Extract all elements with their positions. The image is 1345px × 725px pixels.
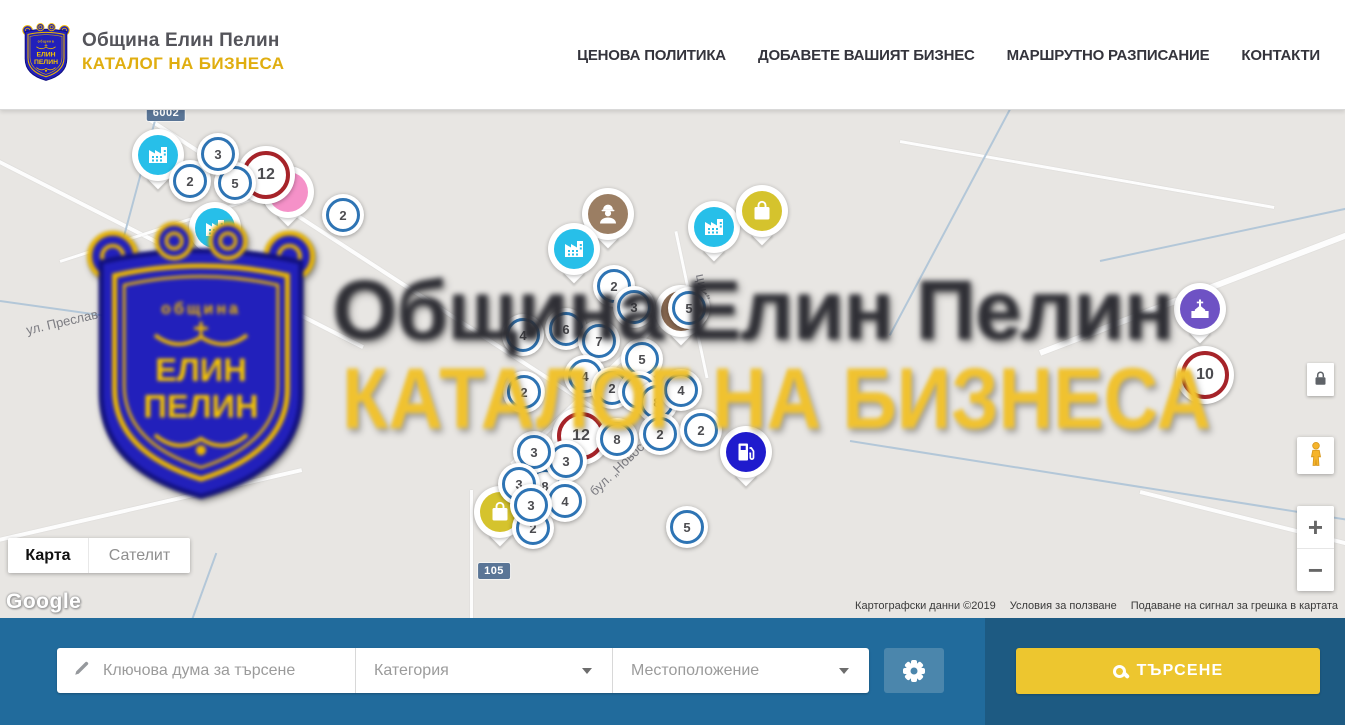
category-select-label: Категория xyxy=(374,662,449,680)
cluster-marker[interactable]: 2 xyxy=(503,371,545,413)
factory-icon xyxy=(195,208,235,248)
street-view-pegman-button[interactable] xyxy=(1297,437,1334,474)
keyword-search-input[interactable] xyxy=(103,662,355,680)
pencil-icon xyxy=(73,659,91,682)
map-attribution: Картографски данни ©2019 Условия за полз… xyxy=(855,600,1338,612)
brand-subtitle: КАТАЛОГ НА БИЗНЕСА xyxy=(82,54,284,74)
factory-icon xyxy=(694,207,734,247)
pegman-icon xyxy=(1305,441,1327,470)
nav-item-pricing[interactable]: ЦЕНОВА ПОЛИТИКА xyxy=(577,47,726,64)
street-label: ул. Преслав xyxy=(25,306,100,337)
report-map-error-link[interactable]: Подаване на сигнал за грешка в картата xyxy=(1131,600,1338,612)
cluster-marker[interactable]: 2 xyxy=(322,194,364,236)
google-logo[interactable]: Google xyxy=(6,590,81,614)
factory-marker[interactable] xyxy=(548,223,600,275)
zoom-in-button[interactable]: + xyxy=(1297,506,1334,549)
search-field-group: Категория Местоположение xyxy=(57,648,869,693)
zoom-out-button[interactable]: − xyxy=(1297,549,1334,591)
factory-marker[interactable] xyxy=(189,202,241,254)
road-badge: 6002 xyxy=(147,110,185,121)
search-bar: Категория Местоположение ТЪРСЕНЕ xyxy=(0,618,1345,725)
advanced-search-button[interactable] xyxy=(884,648,944,693)
map-type-control: Карта Сателит xyxy=(8,538,190,573)
cluster-marker[interactable]: 2 xyxy=(639,413,681,455)
chevron-down-icon xyxy=(839,668,849,674)
fuel-icon xyxy=(726,432,766,472)
lock-icon xyxy=(1313,370,1328,390)
main-nav: ЦЕНОВА ПОЛИТИКА ДОБАВЕТЕ ВАШИЯТ БИЗНЕС М… xyxy=(577,0,1320,110)
chevron-down-icon xyxy=(582,668,592,674)
nav-item-add-business[interactable]: ДОБАВЕТЕ ВАШИЯТ БИЗНЕС xyxy=(758,47,975,64)
cluster-marker[interactable]: 4 xyxy=(660,369,702,411)
search-button[interactable]: ТЪРСЕНЕ xyxy=(1016,648,1320,694)
search-icon xyxy=(1113,665,1126,678)
cluster-marker[interactable]: 8 xyxy=(596,418,638,460)
page: 6002105ул. Преславбул. „Новоселции"12253… xyxy=(0,0,1345,725)
map-markers: 6002105ул. Преславбул. „Новоселции"12253… xyxy=(0,110,1345,618)
terms-of-use-link[interactable]: Условия за ползване xyxy=(1010,600,1117,612)
bag-icon xyxy=(742,191,782,231)
factory-icon xyxy=(554,229,594,269)
zoom-control: + − xyxy=(1297,506,1334,591)
cluster-marker[interactable]: 2 xyxy=(680,409,722,451)
cluster-marker[interactable]: 5 xyxy=(668,287,710,329)
header: Община Елин Пелин КАТАЛОГ НА БИЗНЕСА ЦЕН… xyxy=(0,0,1345,110)
church-marker[interactable] xyxy=(1174,283,1226,335)
lock-button[interactable] xyxy=(1307,363,1334,396)
cluster-marker[interactable]: 3 xyxy=(613,286,655,328)
brand-emblem-icon xyxy=(22,22,70,82)
keyword-field-wrap xyxy=(57,648,355,693)
map-canvas[interactable]: 6002105ул. Преславбул. „Новоселции"12253… xyxy=(0,110,1345,618)
cluster-marker[interactable]: 4 xyxy=(502,314,544,356)
nav-item-contacts[interactable]: КОНТАКТИ xyxy=(1241,47,1320,64)
cluster-marker[interactable]: 5 xyxy=(666,506,708,548)
brand-text: Община Елин Пелин КАТАЛОГ НА БИЗНЕСА xyxy=(82,30,284,74)
search-button-label: ТЪРСЕНЕ xyxy=(1137,662,1224,680)
location-select[interactable]: Местоположение xyxy=(612,648,869,693)
factory-marker[interactable] xyxy=(688,201,740,253)
road-badge: 105 xyxy=(478,563,510,579)
church-icon xyxy=(1180,289,1220,329)
brand[interactable]: Община Елин Пелин КАТАЛОГ НА БИЗНЕСА xyxy=(22,22,284,82)
brand-title: Община Елин Пелин xyxy=(82,30,284,52)
satellite-view-button[interactable]: Сателит xyxy=(88,538,190,573)
cluster-marker[interactable]: 3 xyxy=(510,484,552,526)
location-select-label: Местоположение xyxy=(631,662,759,680)
cluster-marker[interactable]: 3 xyxy=(197,133,239,175)
fuel-station-marker[interactable] xyxy=(720,426,772,478)
cluster-marker[interactable]: 10 xyxy=(1176,346,1234,404)
shopping-marker[interactable] xyxy=(736,185,788,237)
map-data-copyright: Картографски данни ©2019 xyxy=(855,600,996,612)
nav-item-route-schedule[interactable]: МАРШРУТНО РАЗПИСАНИЕ xyxy=(1007,47,1210,64)
map-view-button[interactable]: Карта xyxy=(8,538,88,573)
category-select[interactable]: Категория xyxy=(355,648,612,693)
